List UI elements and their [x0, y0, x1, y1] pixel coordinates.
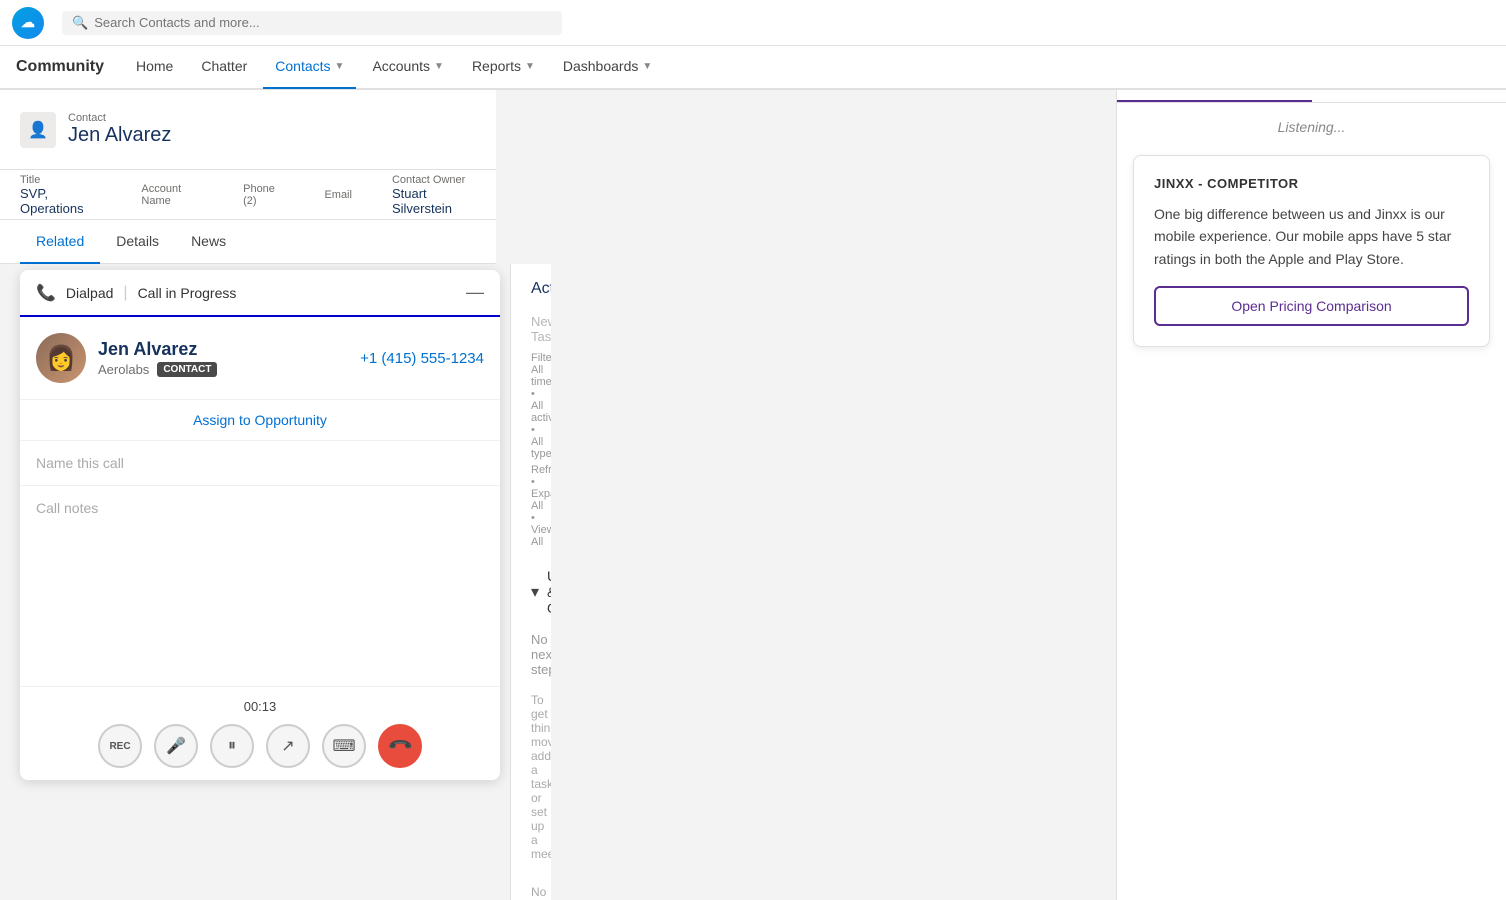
tab-news[interactable]: News: [175, 220, 242, 264]
call-timer: 00:13: [244, 699, 277, 714]
header-separator: |: [123, 284, 127, 302]
hangup-button[interactable]: 📞: [369, 715, 431, 777]
minimize-button[interactable]: —: [466, 282, 484, 303]
transfer-button[interactable]: ↗: [266, 724, 310, 768]
owner-field: Contact Owner Stuart Silverstein: [392, 174, 476, 216]
contact-avatar: 👩: [36, 333, 86, 383]
email-field: Email: [324, 189, 352, 201]
page-header: 👤 Contact Jen Alvarez: [0, 90, 496, 170]
reports-chevron-icon: ▼: [525, 61, 535, 72]
nav-accounts[interactable]: Accounts ▼: [360, 45, 456, 89]
call-name-field[interactable]: Name this call: [20, 441, 500, 486]
nav-contacts[interactable]: Contacts ▼: [263, 45, 356, 89]
caller-company: Aerolabs: [98, 362, 149, 377]
record-button[interactable]: REC: [98, 724, 142, 768]
call-status-text: Call in Progress: [138, 285, 237, 301]
call-notes-field[interactable]: Call notes: [20, 486, 500, 686]
tab-details[interactable]: Details: [100, 220, 175, 264]
dialpad-header: 📞 Dialpad | Call in Progress —: [20, 270, 500, 317]
accounts-chevron-icon: ▼: [434, 61, 444, 72]
tabs-area: Related Details News: [0, 220, 496, 264]
title-field: Title SVP, Operations: [20, 174, 101, 216]
search-area[interactable]: 🔍: [62, 11, 562, 35]
refresh-link[interactable]: Refresh: [531, 464, 551, 476]
nav-chatter[interactable]: Chatter: [189, 45, 259, 89]
dialpad-footer: 00:13 REC 🎤 ⏸ ↗ ⌨ 📞: [20, 686, 500, 780]
ai-card-title: JINXX - COMPETITOR: [1154, 176, 1469, 191]
dialpad-widget: 📞 Dialpad | Call in Progress — 👩 Jen Alv…: [20, 270, 500, 780]
view-all-link[interactable]: View All: [531, 524, 551, 548]
activity-panel: Activity New Task Filters: All time • Al…: [510, 264, 551, 900]
ai-sidebar: ✦ 31 M SF Assists Transcript Listening..…: [1116, 0, 1506, 900]
nav-reports[interactable]: Reports ▼: [460, 45, 547, 89]
contact-badge: CONTACT: [157, 362, 217, 377]
account-name-field: Account Name: [141, 183, 203, 207]
contact-type-label: Contact: [68, 112, 171, 124]
contact-info: Contact Jen Alvarez: [68, 112, 171, 147]
pause-button[interactable]: ⏸: [210, 724, 254, 768]
dialpad-contact: 👩 Jen Alvarez Aerolabs CONTACT +1 (415) …: [20, 317, 500, 400]
top-bar: ☁ 🔍: [0, 0, 1506, 46]
dialpad-button[interactable]: ⌨: [322, 724, 366, 768]
app-name: Community: [16, 58, 104, 76]
details-bar: Title SVP, Operations Account Name Phone…: [0, 170, 496, 220]
tab-related[interactable]: Related: [20, 220, 100, 264]
upcoming-title: Upcoming & Overdue: [547, 568, 551, 616]
contact-name-heading: Jen Alvarez: [68, 124, 171, 147]
nav-dashboards[interactable]: Dashboards ▼: [551, 45, 664, 89]
ai-suggestion-card: JINXX - COMPETITOR One big difference be…: [1133, 155, 1490, 347]
upcoming-chevron-icon: ▾: [531, 582, 539, 602]
caller-phone: +1 (415) 555-1234: [360, 350, 484, 367]
nav-home[interactable]: Home: [124, 45, 185, 89]
nav-bar: Community Home Chatter Contacts ▼ Accoun…: [0, 46, 1506, 90]
contact-icon: 👤: [20, 112, 56, 148]
contacts-chevron-icon: ▼: [335, 61, 345, 72]
ai-card-body: One big difference between us and Jinxx …: [1154, 203, 1469, 270]
expand-all-link[interactable]: Expand All: [531, 488, 551, 512]
search-input[interactable]: [94, 15, 552, 30]
search-icon: 🔍: [72, 15, 88, 31]
salesforce-logo: ☁: [12, 7, 44, 39]
ai-listening-status: Listening...: [1133, 119, 1490, 135]
mute-button[interactable]: 🎤: [154, 724, 198, 768]
avatar-image: 👩: [36, 333, 86, 383]
ai-content: Listening... JINXX - COMPETITOR One big …: [1117, 103, 1506, 900]
phone-field: Phone (2): [243, 183, 284, 207]
dashboards-chevron-icon: ▼: [642, 61, 652, 72]
open-pricing-comparison-button[interactable]: Open Pricing Comparison: [1154, 286, 1469, 326]
call-controls: REC 🎤 ⏸ ↗ ⌨ 📞: [98, 724, 422, 768]
caller-name: Jen Alvarez: [98, 339, 348, 360]
phone-icon: 📞: [36, 283, 56, 303]
assign-opportunity-link[interactable]: Assign to Opportunity: [20, 400, 500, 441]
dialpad-label: Dialpad: [66, 285, 113, 301]
